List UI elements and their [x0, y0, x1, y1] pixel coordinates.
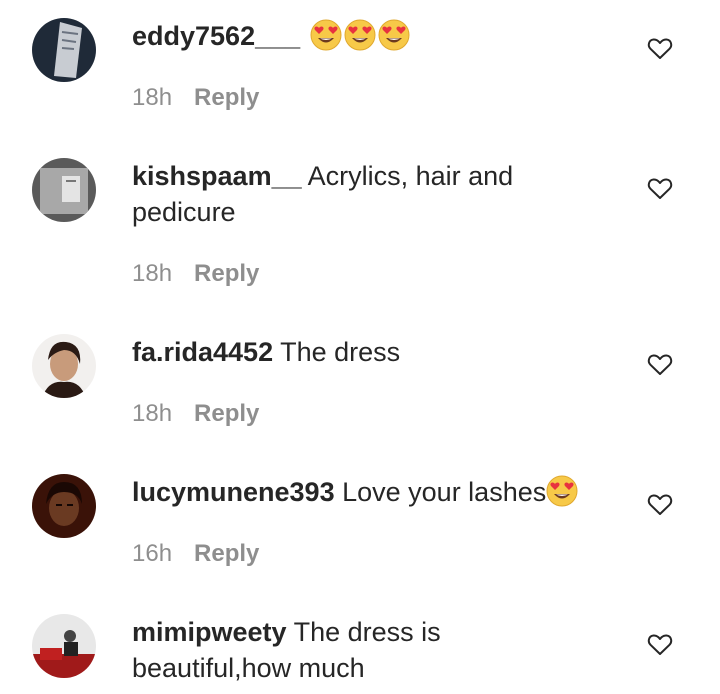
- comment-time: 18h: [132, 260, 173, 287]
- comment-text: mimipweety The dress is beautiful,how mu…: [132, 614, 602, 686]
- comment-username[interactable]: lucymunene393: [132, 477, 335, 507]
- heart-eyes-emoji: [310, 19, 342, 60]
- reply-button[interactable]: Reply: [194, 84, 259, 111]
- like-heart-icon[interactable]: [646, 350, 674, 378]
- comment-body-line2: beautiful,how much: [132, 653, 365, 683]
- comment-time: 18h: [132, 84, 173, 111]
- comment-meta: 18h Reply: [132, 260, 259, 288]
- like-heart-icon[interactable]: [646, 490, 674, 518]
- comment-time: 16h: [132, 540, 173, 567]
- comment-body: Acrylics, hair and: [307, 161, 514, 191]
- avatar[interactable]: [32, 474, 96, 538]
- reply-button[interactable]: Reply: [194, 540, 259, 567]
- avatar[interactable]: [32, 18, 96, 82]
- comment-text: lucymunene393 Love your lashes: [132, 474, 602, 516]
- comment-text: eddy7562___: [132, 18, 602, 60]
- comment-username[interactable]: kishspaam__: [132, 161, 302, 191]
- heart-eyes-emoji: [344, 19, 376, 60]
- comment-meta: 18h Reply: [132, 400, 259, 428]
- like-heart-icon[interactable]: [646, 34, 674, 62]
- avatar[interactable]: [32, 614, 96, 678]
- like-heart-icon[interactable]: [646, 174, 674, 202]
- avatar[interactable]: [32, 158, 96, 222]
- comment-username[interactable]: fa.rida4452: [132, 337, 273, 367]
- comment-username[interactable]: eddy7562___: [132, 21, 300, 51]
- comment-body-line2: pedicure: [132, 197, 236, 227]
- avatar[interactable]: [32, 334, 96, 398]
- comment-text: fa.rida4452 The dress: [132, 334, 602, 370]
- reply-button[interactable]: Reply: [194, 260, 259, 287]
- comment-meta: 16h Reply: [132, 540, 259, 568]
- comment-body: The dress: [280, 337, 401, 367]
- comment-body: The dress is: [293, 617, 441, 647]
- reply-button[interactable]: Reply: [194, 400, 259, 427]
- heart-eyes-emoji: [546, 475, 578, 516]
- comment-username[interactable]: mimipweety: [132, 617, 287, 647]
- comment-meta: 18h Reply: [132, 84, 259, 112]
- comment-time: 18h: [132, 400, 173, 427]
- comment-text: kishspaam__ Acrylics, hair and pedicure: [132, 158, 602, 230]
- comment-body: Love your lashes: [342, 477, 547, 507]
- heart-eyes-emoji: [378, 19, 410, 60]
- like-heart-icon[interactable]: [646, 630, 674, 658]
